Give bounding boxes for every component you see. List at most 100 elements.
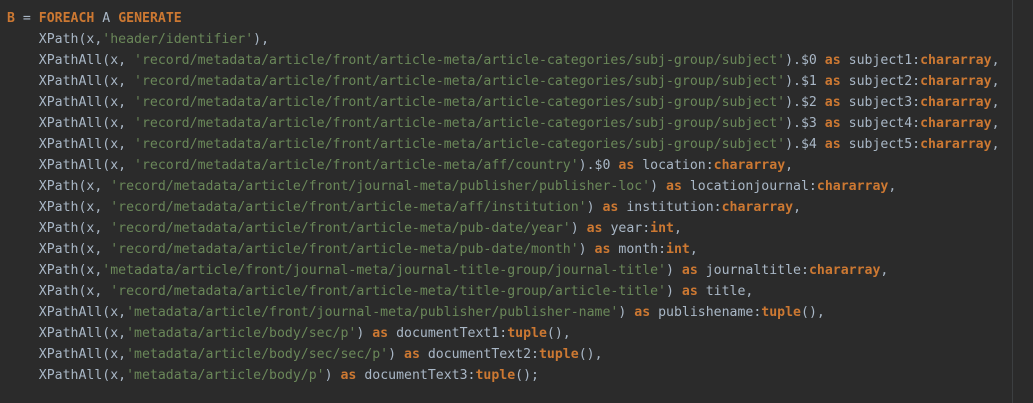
keyword-token: chararray <box>920 53 992 68</box>
keyword-token: int <box>650 221 674 236</box>
code-line[interactable]: XPathAll(x,'metadata/article/body/sec/se… <box>7 344 1033 365</box>
keyword-token: chararray <box>721 200 794 215</box>
code-text: XPathAll(x, <box>7 137 135 152</box>
string-literal: 'record/metadata/article/front/article-m… <box>110 221 571 236</box>
code-text: (), <box>578 347 603 362</box>
code-line[interactable]: XPathAll(x, 'record/metadata/article/fro… <box>7 134 1033 155</box>
keyword-token: as <box>824 137 841 152</box>
string-literal: 'record/metadata/article/front/article-m… <box>110 242 579 257</box>
string-literal: 'metadata/article/body/sec/p' <box>126 326 357 341</box>
code-text: ) <box>570 221 587 236</box>
code-text: ) <box>666 284 682 299</box>
code-area[interactable]: B = FOREACH A GENERATE XPath(x,'header/i… <box>7 8 1033 386</box>
keyword-token: tuple <box>538 347 579 362</box>
keyword-token: FOREACH <box>38 11 95 26</box>
keyword-token: as <box>681 263 698 278</box>
code-text: XPath(x, <box>7 221 111 236</box>
code-text: ).$2 <box>785 95 825 110</box>
keyword-token: as <box>594 242 611 257</box>
code-text: XPathAll(x, <box>7 53 135 68</box>
code-text: XPath(x, <box>7 179 111 194</box>
code-line[interactable]: XPathAll(x,'metadata/article/body/sec/p'… <box>7 323 1033 344</box>
code-text: subject4: <box>840 116 921 131</box>
keyword-token: chararray <box>713 158 786 173</box>
code-text: institution: <box>618 200 722 215</box>
keyword-token: as <box>340 368 357 383</box>
code-line[interactable]: XPathAll(x, 'record/metadata/article/fro… <box>7 113 1033 134</box>
code-text: A <box>94 11 119 26</box>
keyword-token: chararray <box>920 95 992 110</box>
code-text: XPath(x, <box>7 32 103 47</box>
code-text: , <box>991 95 1000 110</box>
string-literal: 'record/metadata/article/front/article-m… <box>134 95 786 110</box>
keyword-token: as <box>404 347 420 362</box>
code-line[interactable]: XPath(x, 'record/metadata/article/front/… <box>7 239 1033 260</box>
code-line[interactable]: B = FOREACH A GENERATE <box>7 8 1033 29</box>
code-text: ) <box>578 242 595 257</box>
keyword-token: as <box>824 116 841 131</box>
code-text: (); <box>515 368 539 383</box>
code-text: year: <box>602 221 651 236</box>
code-text: publishename: <box>650 305 762 320</box>
code-text: subject3: <box>840 95 921 110</box>
string-literal: 'record/metadata/article/front/article-m… <box>134 158 579 173</box>
keyword-token: tuple <box>475 368 516 383</box>
code-text: title, <box>697 284 754 299</box>
string-literal: 'metadata/article/body/sec/sec/p' <box>126 347 389 362</box>
code-text: ) <box>618 305 635 320</box>
keyword-token: as <box>824 53 841 68</box>
keyword-token: as <box>602 200 619 215</box>
code-line[interactable]: XPathAll(x, 'record/metadata/article/fro… <box>7 50 1033 71</box>
code-line[interactable]: XPath(x, 'record/metadata/article/front/… <box>7 197 1033 218</box>
code-text: ) <box>650 179 666 194</box>
string-literal: 'record/metadata/article/front/article-m… <box>134 53 786 68</box>
keyword-token: as <box>666 179 682 194</box>
code-text: ) <box>388 347 404 362</box>
keyword-token: chararray <box>920 116 992 131</box>
keyword-token: chararray <box>920 137 992 152</box>
code-text: ).$0 <box>578 158 619 173</box>
code-line[interactable]: XPath(x, 'record/metadata/article/front/… <box>7 281 1033 302</box>
code-text: ) <box>586 200 603 215</box>
code-text: ).$4 <box>785 137 825 152</box>
keyword-token: chararray <box>920 74 992 89</box>
code-line[interactable]: XPath(x, 'record/metadata/article/front/… <box>7 218 1033 239</box>
string-literal: 'record/metadata/article/front/journal-m… <box>110 179 651 194</box>
code-text: , <box>689 242 698 257</box>
code-text: , <box>880 263 889 278</box>
keyword-token: tuple <box>507 326 547 341</box>
code-text: , <box>785 158 794 173</box>
code-text: XPathAll(x, <box>7 95 135 110</box>
code-line[interactable]: XPath(x,'metadata/article/front/journal-… <box>7 260 1033 281</box>
code-line[interactable]: XPathAll(x, 'record/metadata/article/fro… <box>7 155 1033 176</box>
code-text: documentText3: <box>356 368 476 383</box>
code-text: , <box>793 200 802 215</box>
string-literal: 'record/metadata/article/front/article-m… <box>134 116 786 131</box>
code-line[interactable]: XPathAll(x,'metadata/article/front/journ… <box>7 302 1033 323</box>
code-text: XPath(x, <box>7 263 103 278</box>
code-text: ) <box>666 263 682 278</box>
code-line[interactable]: XPath(x,'header/identifier'), <box>7 29 1033 50</box>
code-line[interactable]: XPathAll(x, 'record/metadata/article/fro… <box>7 71 1033 92</box>
code-text: , <box>991 74 1000 89</box>
code-editor[interactable]: B = FOREACH A GENERATE XPath(x,'header/i… <box>0 0 1033 403</box>
code-text: documentText1: <box>388 326 508 341</box>
code-line[interactable]: XPath(x, 'record/metadata/article/front/… <box>7 176 1033 197</box>
code-line[interactable]: XPathAll(x, 'record/metadata/article/fro… <box>7 92 1033 113</box>
code-text: subject2: <box>840 74 921 89</box>
string-literal: 'record/metadata/article/front/article-m… <box>134 137 786 152</box>
code-text: XPathAll(x, <box>7 74 135 89</box>
code-text: , <box>888 179 897 194</box>
code-text: location: <box>634 158 714 173</box>
code-text: = <box>22 11 39 26</box>
code-text: ), <box>253 32 270 47</box>
string-literal: 'metadata/article/body/p' <box>126 368 325 383</box>
code-text: , <box>991 53 1000 68</box>
keyword-token: chararray <box>808 263 881 278</box>
string-literal: 'metadata/article/front/journal-meta/jou… <box>102 263 666 278</box>
keyword-token: as <box>372 326 389 341</box>
code-text: subject5: <box>840 137 921 152</box>
keyword-token: as <box>586 221 603 236</box>
code-line[interactable]: XPathAll(x,'metadata/article/body/p') as… <box>7 365 1033 386</box>
code-text: ).$0 <box>785 53 825 68</box>
